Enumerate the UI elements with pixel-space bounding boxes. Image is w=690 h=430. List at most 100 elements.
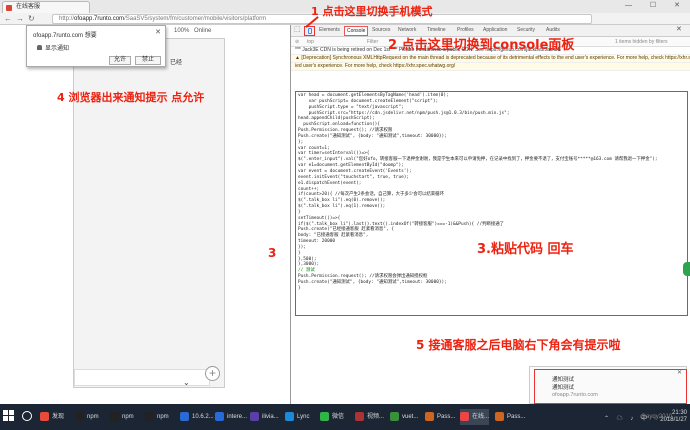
taskbar-item-label: ilivia... [262, 414, 279, 420]
taskbar-item-label: npm [122, 414, 134, 420]
taskbar-item[interactable]: Pass... [425, 409, 455, 425]
tab-network[interactable]: Network [398, 27, 416, 33]
inspect-icon[interactable]: ⬚ [294, 25, 301, 33]
taskbar-item[interactable]: intere... [215, 409, 247, 425]
annotation-step-3-marker: 3 [268, 246, 277, 260]
site-favicon-icon [6, 5, 12, 11]
zoom-select[interactable]: 100% [174, 28, 189, 34]
taskbar-item-label: Pass... [437, 414, 456, 420]
reload-icon[interactable]: ↻ [28, 14, 35, 23]
app-icon [495, 412, 504, 421]
context-select[interactable]: top [307, 39, 314, 45]
tab-elements[interactable]: Elements [319, 27, 340, 33]
back-icon[interactable]: ← [4, 14, 12, 23]
taskbar-item-label: npm [157, 414, 169, 420]
app-icon [110, 412, 119, 421]
taskbar-item[interactable]: npm [145, 409, 169, 425]
notification-title: 通知测试 [552, 377, 575, 383]
popup-permission: 显示通知 [37, 43, 69, 52]
filter-input[interactable]: Filter [367, 39, 378, 45]
notification-close-icon[interactable]: ✕ [677, 369, 682, 376]
taskbar: 发现 npm npm npm 10.6.2... intere... ilivia... Ly… [0, 404, 690, 430]
taskbar-item-label: npm [87, 414, 99, 420]
popup-permission-label: 显示通知 [45, 46, 70, 52]
app-icon [40, 412, 49, 421]
taskbar-item[interactable]: npm [75, 409, 99, 425]
devtools-close-icon[interactable]: ✕ [676, 25, 682, 33]
browser-tab[interactable]: 在线客服 [2, 1, 90, 13]
console-code-input[interactable]: var head = document.getElementsByTagName… [295, 91, 688, 316]
tab-sources[interactable]: Sources [372, 27, 390, 33]
tab-timeline[interactable]: Timeline [427, 27, 446, 33]
taskbar-item-label: vuet... [402, 414, 419, 420]
taskbar-item[interactable]: ilivia... [250, 409, 279, 425]
taskbar-item[interactable]: Lync [285, 409, 309, 425]
taskbar-item-label: Pass... [507, 414, 526, 420]
app-icon [145, 412, 154, 421]
windows-start-icon[interactable] [3, 410, 15, 422]
taskbar-item[interactable]: npm [110, 409, 134, 425]
app-icon [320, 412, 329, 421]
app-icon [215, 412, 224, 421]
app-icon [390, 412, 399, 421]
page-text-behind-popup: 已经 [170, 60, 183, 66]
forward-icon[interactable]: → [16, 14, 24, 23]
notification-site: ofoapp.7runto.com [552, 392, 598, 398]
tab-audits[interactable]: Audits [546, 27, 560, 33]
annotation-step-4: 4 浏览器出来通知提示 点允许 [57, 91, 205, 104]
app-icon [180, 412, 189, 421]
tab-security[interactable]: Security [517, 27, 535, 33]
desktop-notification[interactable]: ✕ 通知测试 通知测试 ofoapp.7runto.com [529, 366, 687, 404]
annotation-step-2: 2 点击这里切换到console面板 [388, 38, 575, 53]
app-icon [75, 412, 84, 421]
app-icon [250, 412, 259, 421]
url-prefix: http:// [59, 16, 75, 22]
popup-close-icon[interactable]: ✕ [155, 28, 161, 36]
hidden-count: 1 items hidden by filters [615, 39, 668, 45]
taskbar-item-label: 微信 [332, 414, 345, 420]
app-icon [285, 412, 294, 421]
annotation-step-1: 1 点击这里切换手机模式 [311, 5, 433, 18]
mobile-device-icon [308, 28, 312, 34]
watermark: @ayqy2010 [640, 414, 673, 420]
block-button[interactable]: 禁止 [135, 56, 161, 65]
taskbar-item-label: intere... [227, 414, 248, 420]
annotation-step-3: 3.粘贴代码 回车 [477, 242, 574, 257]
collapse-arrow-icon[interactable]: ⌄ [183, 378, 190, 387]
floating-side-button[interactable] [683, 262, 690, 276]
cortana-icon[interactable] [22, 411, 32, 421]
taskbar-item[interactable]: 视频... [355, 409, 384, 425]
taskbar-item-label: 视频... [367, 414, 385, 420]
tab-profiles[interactable]: Profiles [457, 27, 474, 33]
taskbar-item[interactable]: 在线... [460, 409, 490, 425]
tab-application[interactable]: Application [483, 27, 507, 33]
window-controls[interactable]: — ☐ ✕ [625, 1, 688, 9]
url-path: /SaaSV5/system/fm/customer/mobile/visito… [124, 16, 267, 22]
tab-title: 在线客服 [16, 4, 41, 10]
app-icon [425, 412, 434, 421]
add-plus-icon[interactable]: + [205, 366, 220, 381]
app-icon [460, 412, 469, 421]
taskbar-item[interactable]: Pass... [495, 409, 525, 425]
taskbar-item[interactable]: 发现 [40, 409, 64, 425]
taskbar-item-label: Lync [297, 414, 310, 420]
screen: 在线客服 — ☐ ✕ ← → ↻ http://ofoapp.7runto.co… [0, 0, 690, 430]
bell-icon [37, 45, 42, 50]
taskbar-item[interactable]: 微信 [320, 409, 344, 425]
clear-console-icon[interactable]: ⊘ [295, 39, 299, 45]
console-warning: ▲ [Deprecation] Synchronous XMLHttpReque… [291, 55, 690, 63]
code-line: } [298, 285, 301, 291]
taskbar-item[interactable]: 10.6.2... [180, 409, 214, 425]
url-host: ofoapp.7runto.com [74, 16, 125, 22]
console-warning-continued: ied user's experience. For more help, ch… [291, 63, 690, 71]
tab-console[interactable]: Console [344, 26, 369, 36]
allow-button[interactable]: 允许 [109, 56, 131, 65]
taskbar-item[interactable]: vuet... [390, 409, 418, 425]
network-select[interactable]: Online [194, 28, 211, 34]
notification-body: 通知测试 [552, 385, 575, 391]
taskbar-item-label: 在线... [472, 414, 490, 420]
taskbar-item-label: 10.6.2... [192, 414, 214, 420]
app-icon [355, 412, 364, 421]
notification-permission-popup: ofoapp.7runto.com 想要 ✕ 显示通知 允许 禁止 [26, 25, 166, 67]
popup-site: ofoapp.7runto.com 想要 [33, 33, 97, 39]
